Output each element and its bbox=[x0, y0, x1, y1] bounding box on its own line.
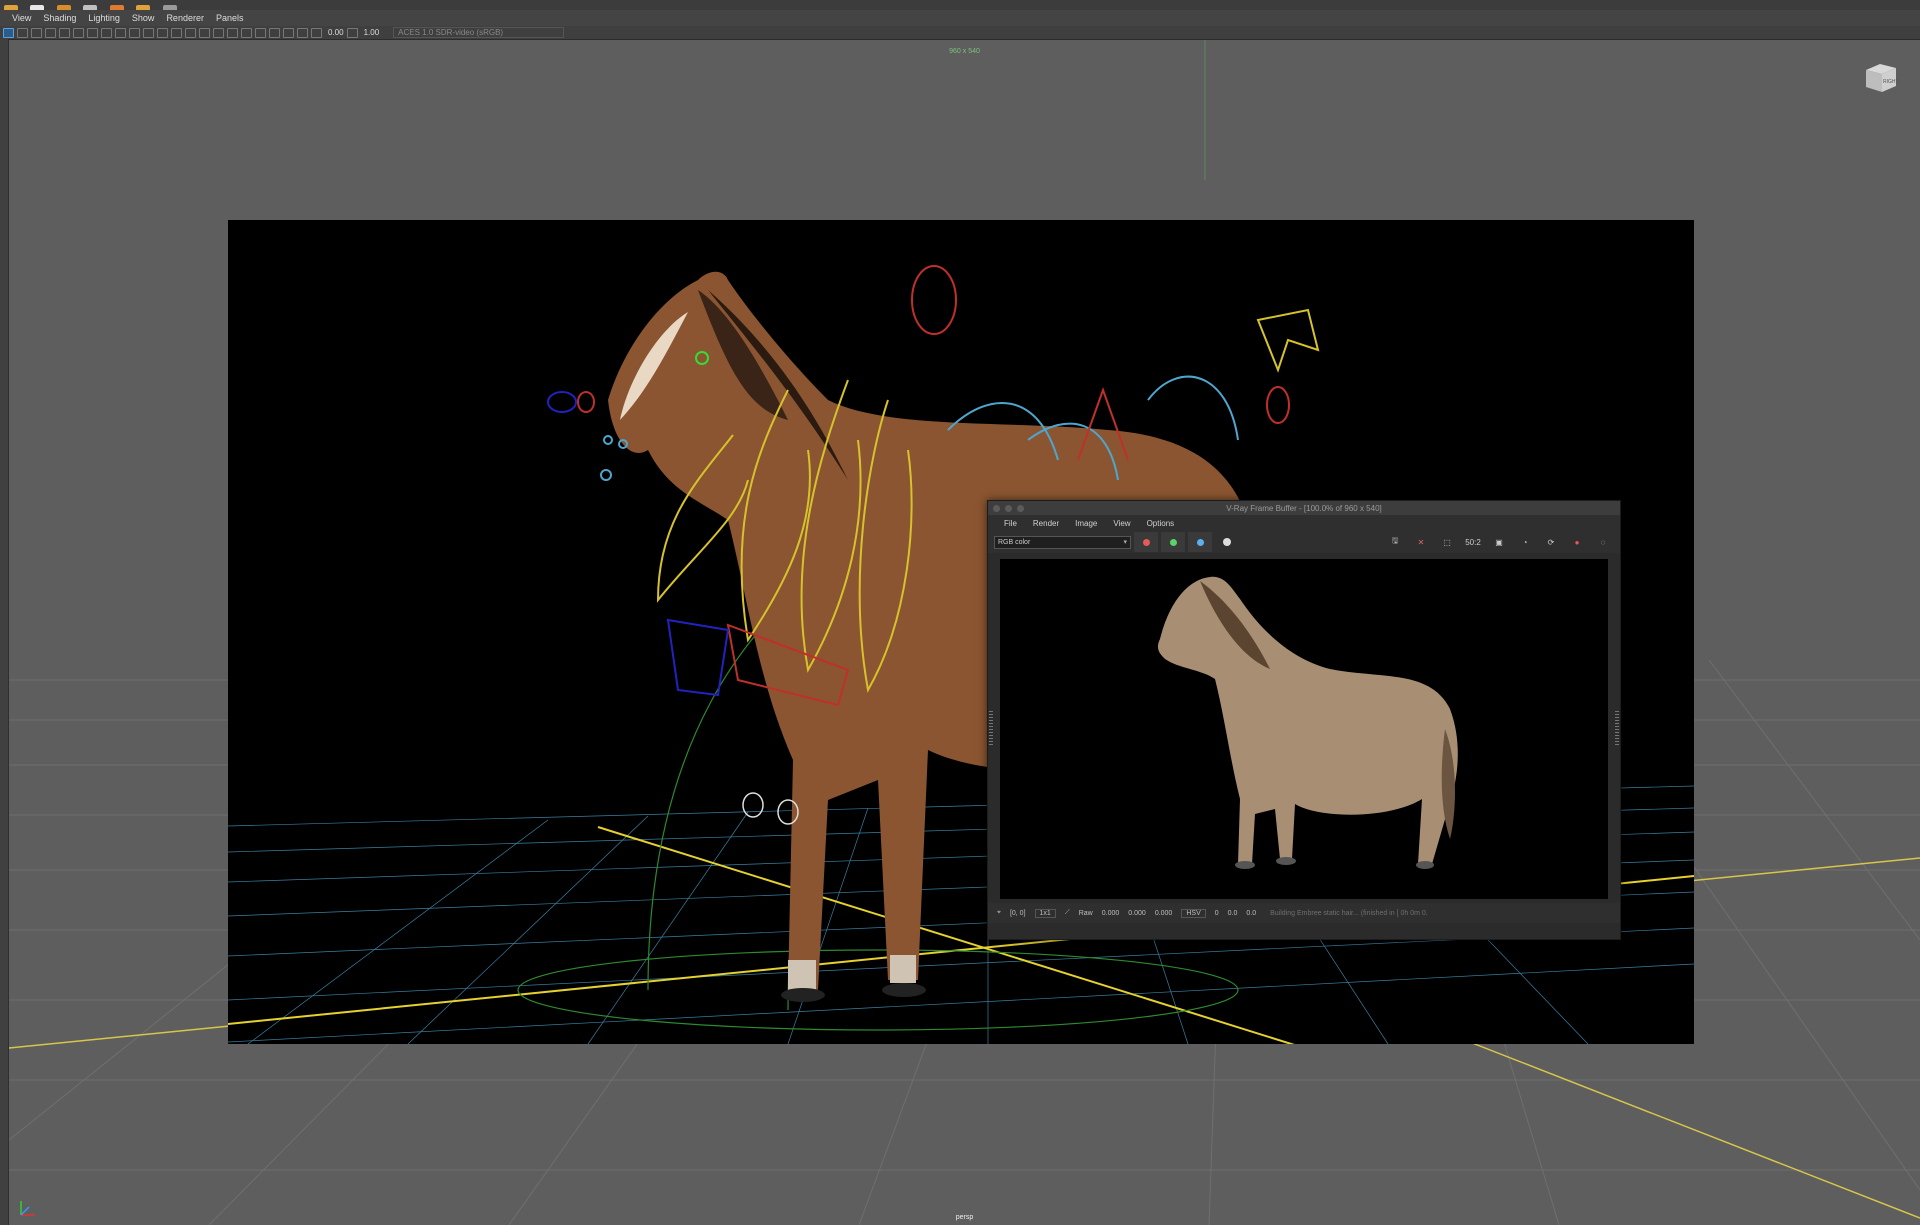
vray-frame-buffer-window[interactable]: V-Ray Frame Buffer - [100.0% of 960 x 54… bbox=[987, 500, 1621, 940]
gate-mask-icon[interactable] bbox=[101, 27, 112, 38]
field-chart-icon[interactable] bbox=[115, 27, 126, 38]
red-value: 0.000 bbox=[1101, 909, 1120, 917]
menu-show[interactable]: Show bbox=[132, 13, 155, 23]
channel-value: RGB color bbox=[998, 538, 1031, 546]
alpha-channel-button[interactable] bbox=[1215, 532, 1239, 552]
alpha-icon bbox=[1223, 538, 1231, 546]
render-icon[interactable]: ◔ bbox=[1516, 534, 1534, 550]
viewcube-label: RIGHT bbox=[1883, 79, 1899, 85]
red-dot-icon bbox=[1142, 538, 1150, 546]
camera-attributes-icon[interactable] bbox=[17, 27, 28, 38]
green-channel-button[interactable] bbox=[1161, 532, 1185, 552]
menu-view[interactable]: View bbox=[12, 13, 31, 23]
resolution-gate-icon[interactable] bbox=[87, 27, 98, 38]
saturation-value: 0.0 bbox=[1227, 909, 1238, 917]
stop-render-icon[interactable]: ● bbox=[1568, 534, 1586, 550]
channel-dropdown[interactable]: RGB color ▾ bbox=[994, 535, 1131, 549]
viewcube-icon[interactable]: RIGHT bbox=[1862, 62, 1900, 94]
vfb-menu-image[interactable]: Image bbox=[1075, 519, 1097, 528]
zoom-dropdown[interactable]: 1x1 bbox=[1034, 908, 1056, 918]
shadows-icon[interactable] bbox=[199, 27, 210, 38]
resolution-gate-label: 960 x 540 bbox=[949, 48, 980, 55]
rendered-image[interactable] bbox=[1000, 559, 1608, 899]
green-value: 0.000 bbox=[1128, 909, 1146, 917]
select-camera-icon[interactable] bbox=[3, 27, 14, 38]
blue-dot-icon bbox=[1196, 538, 1204, 546]
camera-name-label: persp bbox=[955, 1214, 974, 1221]
exposure-field[interactable]: 0.00 bbox=[328, 28, 344, 37]
ambient-occlusion-icon[interactable] bbox=[213, 27, 224, 38]
restore-icon[interactable]: ◌ bbox=[1594, 534, 1612, 550]
vfb-title: V-Ray Frame Buffer - [100.0% of 960 x 54… bbox=[1226, 503, 1382, 513]
motion-blur-icon[interactable] bbox=[227, 27, 238, 38]
safe-action-icon[interactable] bbox=[129, 27, 140, 38]
panel-toolbar: 0.00 1.00 ACES 1.0 SDR-video (sRGB) bbox=[0, 26, 1920, 40]
menu-shading[interactable]: Shading bbox=[43, 13, 76, 23]
hue-value: 0 bbox=[1214, 909, 1219, 917]
colormode-dropdown[interactable]: HSV bbox=[1181, 908, 1206, 918]
menu-renderer[interactable]: Renderer bbox=[166, 13, 204, 23]
render-status-message: Building Embree static hair... (finished… bbox=[1270, 909, 1428, 917]
viewport-panel[interactable]: 960 x 540 RIGHT persp bbox=[9, 40, 1920, 1225]
raw-label: Raw bbox=[1078, 909, 1093, 917]
clear-icon[interactable]: ✕ bbox=[1412, 534, 1430, 550]
chevron-down-icon: ▾ bbox=[1123, 538, 1127, 546]
lights-icon[interactable] bbox=[185, 27, 196, 38]
save-icon[interactable]: 🖫 bbox=[1386, 534, 1404, 550]
wireframe-icon[interactable] bbox=[143, 27, 154, 38]
anti-alias-icon[interactable] bbox=[241, 27, 252, 38]
xray-icon[interactable] bbox=[269, 27, 280, 38]
film-gate-icon[interactable] bbox=[73, 27, 84, 38]
color-correct-icon[interactable]: ⟋ bbox=[1065, 909, 1070, 917]
vfb-status-bar: ⌖ [0, 0] 1x1 ⟋ Raw 0.000 0.000 0.000 HSV… bbox=[988, 903, 1620, 923]
isolate-icon[interactable] bbox=[255, 27, 266, 38]
textured-icon[interactable] bbox=[171, 27, 182, 38]
render-region-icon[interactable]: ⟳ bbox=[1542, 534, 1560, 550]
vfb-menu-bar: File Render Image View Options bbox=[988, 515, 1620, 531]
blue-channel-button[interactable] bbox=[1188, 532, 1212, 552]
image-plane-icon[interactable] bbox=[45, 27, 56, 38]
panel-menu-bar: View Shading Lighting Show Renderer Pane… bbox=[0, 10, 1920, 26]
vfb-menu-options[interactable]: Options bbox=[1147, 519, 1175, 528]
region-select-icon[interactable]: ⬚ bbox=[1438, 534, 1456, 550]
vfb-menu-render[interactable]: Render bbox=[1033, 519, 1059, 528]
gamma-field[interactable]: 1.00 bbox=[364, 28, 380, 37]
pixel-picker-icon[interactable]: ⌖ bbox=[997, 909, 1001, 917]
smooth-shade-icon[interactable] bbox=[157, 27, 168, 38]
axis-gizmo-icon bbox=[20, 1201, 35, 1216]
xray-joints-icon[interactable] bbox=[283, 27, 294, 38]
red-channel-button[interactable] bbox=[1134, 532, 1158, 552]
main-toolbar-strip bbox=[0, 0, 1920, 12]
green-dot-icon bbox=[1169, 538, 1177, 546]
menu-panels[interactable]: Panels bbox=[216, 13, 244, 23]
gamma-icon[interactable] bbox=[346, 27, 358, 38]
ratio-icon[interactable]: 50:2 bbox=[1464, 534, 1482, 550]
grid-icon[interactable] bbox=[59, 27, 70, 38]
vfb-toolbar: RGB color ▾ 🖫 ✕ ⬚ 50:2 ▣ ◔ ⟳ ● ◌ bbox=[988, 531, 1620, 553]
value-value: 0.0 bbox=[1246, 909, 1257, 917]
blue-value: 0.000 bbox=[1154, 909, 1173, 917]
vfb-menu-view[interactable]: View bbox=[1113, 519, 1130, 528]
backface-icon[interactable] bbox=[297, 27, 308, 38]
left-resize-grip[interactable] bbox=[989, 711, 993, 747]
vfb-menu-file[interactable]: File bbox=[1004, 519, 1017, 528]
rendered-horse bbox=[1157, 576, 1458, 869]
colorspace-dropdown[interactable]: ACES 1.0 SDR-video (sRGB) bbox=[393, 27, 565, 38]
pixel-coords: [0, 0] bbox=[1009, 909, 1026, 917]
right-resize-grip[interactable] bbox=[1615, 711, 1619, 747]
exposure-icon[interactable] bbox=[311, 27, 322, 38]
bookmark-icon[interactable] bbox=[31, 27, 42, 38]
left-tool-strip bbox=[0, 39, 9, 1225]
track-mouse-icon[interactable]: ▣ bbox=[1490, 534, 1508, 550]
menu-lighting[interactable]: Lighting bbox=[88, 13, 120, 23]
vfb-titlebar[interactable]: V-Ray Frame Buffer - [100.0% of 960 x 54… bbox=[988, 501, 1620, 515]
